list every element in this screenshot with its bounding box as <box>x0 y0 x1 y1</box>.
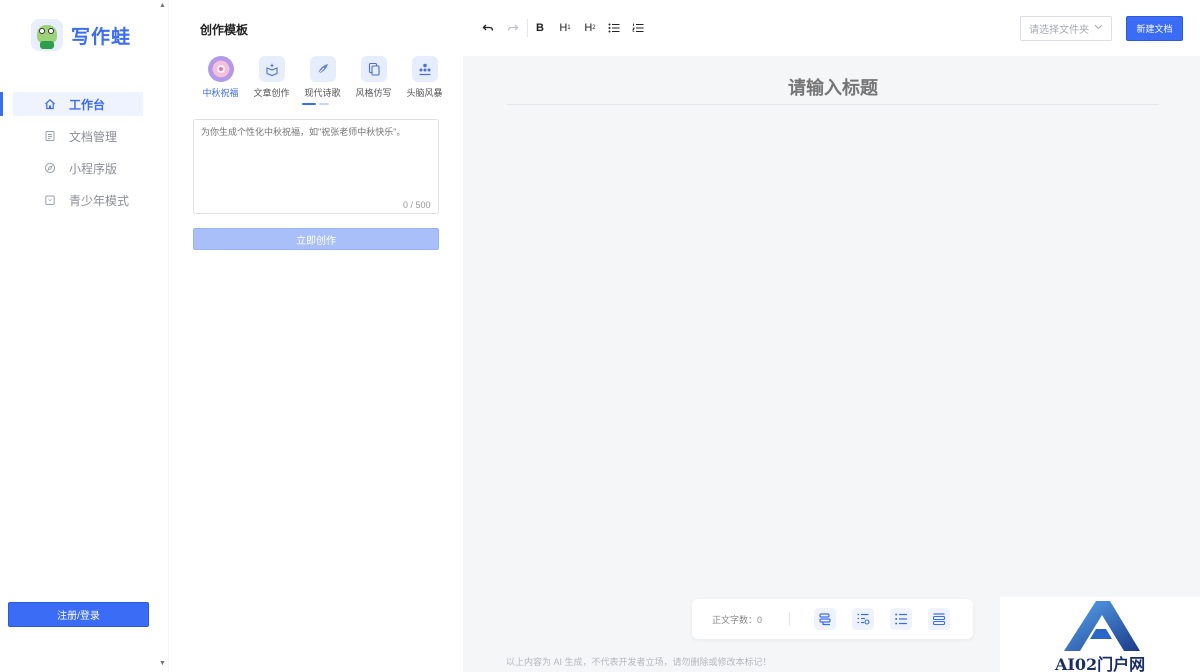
copy-icon <box>360 56 387 82</box>
logo-text: 写作蛙 <box>71 25 132 48</box>
tab-article[interactable]: 文章创作 <box>246 56 297 99</box>
heading-2-sub: 2 <box>592 25 596 31</box>
folder-select-placeholder: 请选择文件夹 <box>1029 25 1089 36</box>
toolbar-divider <box>527 19 528 37</box>
sidebar-item-documents[interactable]: 文档管理 <box>0 124 158 148</box>
shield-icon <box>45 195 55 205</box>
undo-icon[interactable] <box>480 21 496 35</box>
tab-mid-autumn[interactable]: 中秋祝福 <box>195 56 246 99</box>
mooncake-icon <box>207 56 234 82</box>
redo-icon[interactable] <box>505 21 521 35</box>
home-icon <box>45 98 55 110</box>
sidebar-item-label: 小程序版 <box>69 161 118 176</box>
tab-style-imitation[interactable]: 风格仿写 <box>348 56 399 99</box>
tab-poetry[interactable]: 现代诗歌 <box>297 56 348 99</box>
sidebar-item-workbench[interactable]: 工作台 <box>0 92 158 116</box>
list-settings-icon[interactable] <box>852 608 874 630</box>
scroll-up-arrow-icon[interactable]: ▲ <box>159 2 166 9</box>
blocks-outline-icon[interactable] <box>928 608 950 630</box>
app-logo[interactable]: 写作蛙 <box>31 19 131 51</box>
feather-icon <box>309 56 336 82</box>
login-button[interactable]: 注册/登录 <box>8 602 149 627</box>
new-document-button[interactable]: 新建文档 <box>1126 16 1183 41</box>
tab-label: 头脑风暴 <box>406 88 443 98</box>
tab-label: 风格仿写 <box>355 88 392 98</box>
chevron-down-icon <box>1094 23 1103 32</box>
tab-brainstorm[interactable]: 头脑风暴 <box>399 56 450 99</box>
word-count-label: 正文字数： <box>712 615 758 625</box>
tab-label: 现代诗歌 <box>304 88 341 98</box>
watermark-logo-icon <box>1064 601 1140 651</box>
character-counter: 0 / 500 <box>403 200 431 210</box>
watermark-text: AI02门户网 <box>1055 655 1146 672</box>
sidebar-item-teen-mode[interactable]: 青少年模式 <box>0 188 158 212</box>
sidebar: 写作蛙 工作台 文档管理 小程序版 青少年模式 注册/登录 <box>0 0 158 672</box>
outline-align-icon[interactable] <box>814 608 836 630</box>
heading-2-button[interactable]: H2 <box>582 21 598 35</box>
template-tabs: 中秋祝福 文章创作 现代诗歌 风格仿写 头脑风暴 <box>195 56 450 99</box>
heading-2-label: H <box>584 22 593 34</box>
frog-logo-icon <box>31 19 63 51</box>
scroll-down-arrow-icon[interactable]: ▼ <box>159 660 166 667</box>
ordered-list-icon[interactable] <box>630 21 646 35</box>
heading-1-button[interactable]: H1 <box>557 21 573 35</box>
document-icon <box>45 131 55 141</box>
watermark: AI02门户网 <box>1000 597 1200 672</box>
compass-icon <box>44 162 56 174</box>
folder-select[interactable]: 请选择文件夹 <box>1020 16 1112 41</box>
people-icon <box>411 56 438 82</box>
template-panel-title: 创作模板 <box>200 23 249 37</box>
title-input[interactable] <box>507 73 1159 105</box>
active-tab-indicator <box>302 103 316 105</box>
word-count: 正文字数：0 <box>712 613 762 626</box>
sidebar-item-miniprogram[interactable]: 小程序版 <box>0 156 158 180</box>
bullet-list-icon[interactable] <box>606 21 622 35</box>
editor-status-bar: 正文字数：0 <box>692 599 973 639</box>
bold-button[interactable]: B <box>532 21 548 35</box>
heading-1-sub: 1 <box>567 25 571 31</box>
template-panel: 创作模板 中秋祝福 文章创作 现代诗歌 风格仿写 头脑风暴 为你生成个性化中秋祝… <box>169 0 463 672</box>
sidebar-item-label: 文档管理 <box>69 129 118 144</box>
sidebar-item-label: 工作台 <box>69 97 106 112</box>
bullet-outline-icon[interactable] <box>890 608 912 630</box>
box-sparkle-icon <box>258 56 285 82</box>
tab-label: 文章创作 <box>253 88 290 98</box>
status-divider <box>789 612 790 626</box>
tab-scroll-indicator <box>319 103 329 105</box>
tab-label: 中秋祝福 <box>202 88 239 98</box>
sidebar-nav: 工作台 文档管理 小程序版 青少年模式 <box>0 92 158 220</box>
editor-canvas[interactable] <box>463 56 1200 672</box>
word-count-value: 0 <box>757 615 763 625</box>
heading-1-label: H <box>559 22 568 34</box>
sidebar-item-label: 青少年模式 <box>69 193 130 208</box>
ai-disclaimer: 以上内容为 AI 生成，不代表开发者立场，请勿删除或修改本标记！ <box>506 657 772 667</box>
create-now-button[interactable]: 立即创作 <box>193 228 439 250</box>
